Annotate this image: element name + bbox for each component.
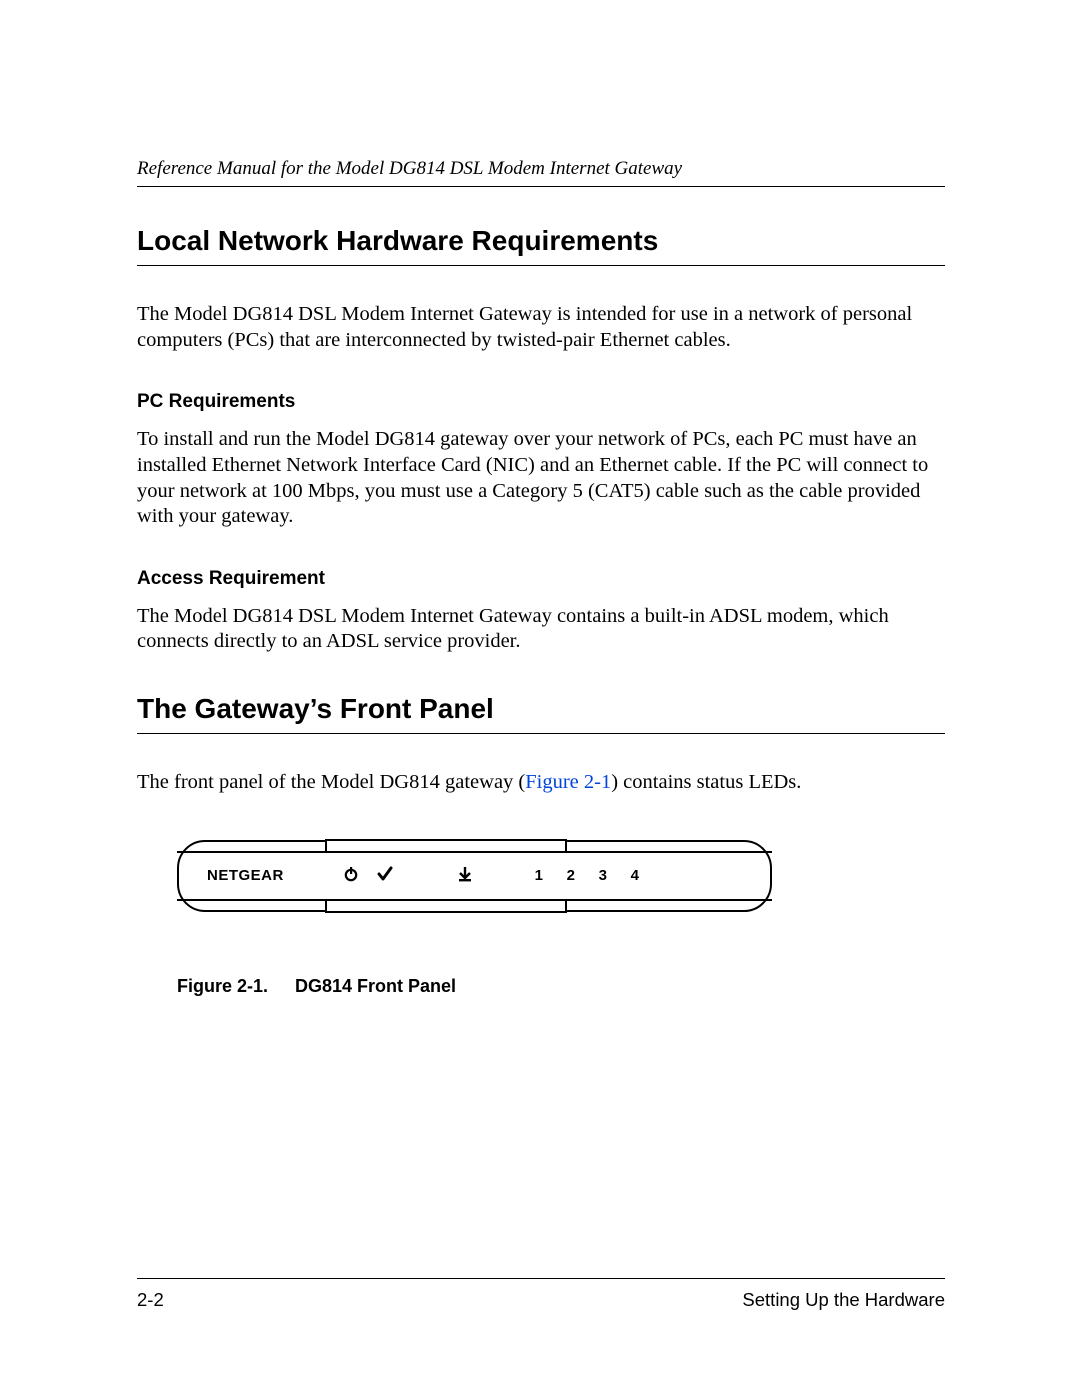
paragraph-pc-requirements: To install and run the Model DG814 gatew… xyxy=(137,427,945,530)
heading-front-panel: The Gateway’s Front Panel xyxy=(137,693,945,734)
subheading-pc-requirements: PC Requirements xyxy=(137,391,945,413)
fp-intro-before: The front panel of the Model DG814 gatew… xyxy=(137,771,525,793)
check-icon xyxy=(376,866,394,886)
fp-intro-after: ) contains status LEDs. xyxy=(611,771,801,793)
page-footer: 2-2 Setting Up the Hardware xyxy=(137,1278,945,1311)
device-face: NETGEAR 1 2 3 4 xyxy=(177,851,772,901)
footer-section-title: Setting Up the Hardware xyxy=(742,1289,945,1311)
device-top-notch xyxy=(325,839,567,851)
heading-local-network-hardware-requirements: Local Network Hardware Requirements xyxy=(137,225,945,266)
figure-2-1: NETGEAR 1 2 3 4 Figure 2-1.DG814 xyxy=(177,840,772,997)
page-number: 2-2 xyxy=(137,1289,164,1311)
port-2: 2 xyxy=(566,867,576,884)
port-1: 1 xyxy=(534,867,544,884)
figure-caption-title: DG814 Front Panel xyxy=(295,976,456,996)
device-bottom-notch xyxy=(325,901,567,913)
brand-label: NETGEAR xyxy=(207,867,284,884)
device-front-panel-illustration: NETGEAR 1 2 3 4 xyxy=(177,840,772,912)
paragraph-access-requirement: The Model DG814 DSL Modem Internet Gatew… xyxy=(137,604,945,655)
subheading-access-requirement: Access Requirement xyxy=(137,568,945,590)
port-4: 4 xyxy=(630,867,640,884)
running-header: Reference Manual for the Model DG814 DSL… xyxy=(137,158,945,187)
port-3: 3 xyxy=(598,867,608,884)
figure-caption-number: Figure 2-1. xyxy=(177,976,295,997)
figure-reference-link[interactable]: Figure 2-1 xyxy=(525,771,611,793)
paragraph-lnhr-intro: The Model DG814 DSL Modem Internet Gatew… xyxy=(137,302,945,353)
port-labels: 1 2 3 4 xyxy=(534,867,640,884)
figure-caption: Figure 2-1.DG814 Front Panel xyxy=(177,976,772,997)
paragraph-front-panel-intro: The front panel of the Model DG814 gatew… xyxy=(137,770,945,796)
dsl-icon xyxy=(456,866,474,886)
power-icon xyxy=(342,866,360,886)
